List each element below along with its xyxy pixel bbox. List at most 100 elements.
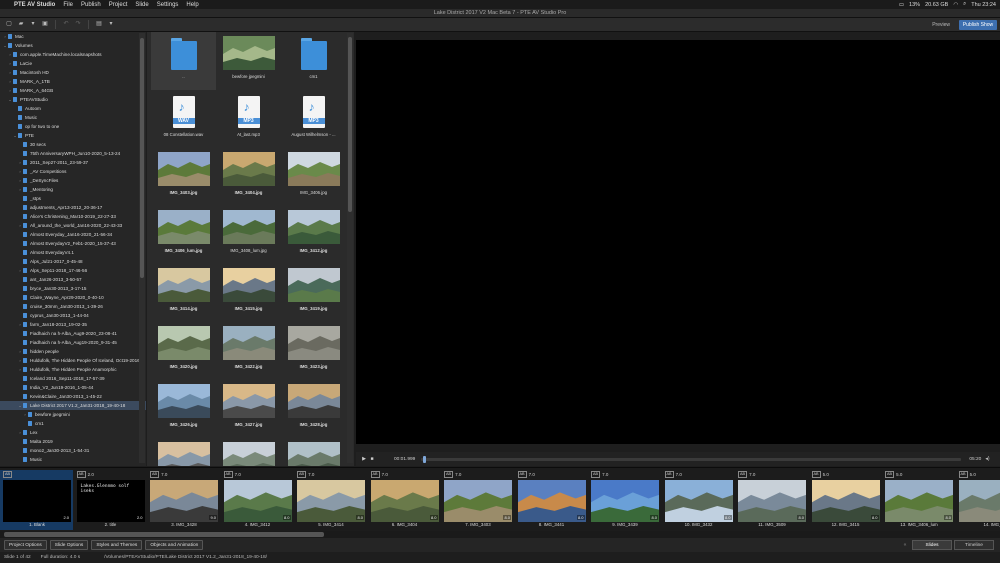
- tree-item[interactable]: ⌄ Lake District 2017 V1.2_Jan31-2018_19-4…: [0, 401, 146, 410]
- tree-item[interactable]: › Mac: [0, 32, 146, 41]
- tree-item[interactable]: mono2_Jan30-2013_1-54-31: [0, 446, 146, 455]
- files-scrollbar[interactable]: [347, 33, 353, 463]
- tree-item[interactable]: ⌄ Volumes: [0, 41, 146, 50]
- tree-item[interactable]: op for two to one: [0, 122, 146, 131]
- ab-badge[interactable]: AB: [223, 470, 233, 478]
- tree-item[interactable]: › MARK_A_1TB: [0, 77, 146, 86]
- tree-item[interactable]: › com.apple.TimeMachine.localsnapshots: [0, 50, 146, 59]
- menu-publish[interactable]: Publish: [77, 2, 105, 8]
- preview-screen[interactable]: [356, 40, 1000, 444]
- slide-thumb[interactable]: AB 2.0 1. Blank: [0, 470, 73, 530]
- tree-item[interactable]: cruise_30mm_Jan30-2013_1-39-26: [0, 302, 146, 311]
- tree-item[interactable]: › LaCie: [0, 59, 146, 68]
- tree-item[interactable]: Iceland 2016_Sep11-2018_17-57-39: [0, 374, 146, 383]
- tree-item[interactable]: Fiadhaich na h-Alba_Aug9-2020_23-08-41: [0, 329, 146, 338]
- tree-item[interactable]: › MARK_A_64GB: [0, 86, 146, 95]
- tree-item[interactable]: ⌄ PTE: [0, 131, 146, 140]
- tree-item[interactable]: 30 secs: [0, 140, 146, 149]
- file-item[interactable]: IMG_3404.jpg: [216, 148, 281, 206]
- ab-badge[interactable]: AB: [517, 470, 527, 478]
- ab-badge[interactable]: AB: [738, 470, 748, 478]
- clock[interactable]: Thu 23:24: [971, 2, 996, 8]
- slide-thumb[interactable]: AB 7.0 8.0 10. IMG_3432: [662, 470, 735, 530]
- preview-button[interactable]: Preview: [928, 20, 954, 30]
- tree-item[interactable]: Malta 2019: [0, 437, 146, 446]
- ab-badge[interactable]: AB: [811, 470, 821, 478]
- tree-item[interactable]: Alice's Christening_Mar10-2019_22-27-33: [0, 212, 146, 221]
- ab-badge[interactable]: AB: [150, 470, 160, 478]
- undo-icon[interactable]: ↶: [61, 20, 71, 29]
- view-mode-icon[interactable]: ▤: [94, 20, 104, 29]
- tree-item[interactable]: › _DeSyncFiles: [0, 176, 146, 185]
- tree-item[interactable]: Almost EverydayV4.1: [0, 248, 146, 257]
- slide-thumb[interactable]: AB 2.0 Lakes.Glennmo solf iseks 2.0 2. title: [74, 470, 147, 530]
- menu-slide[interactable]: Slide: [131, 2, 152, 8]
- slide-thumb[interactable]: AB 5.0 8.0 13. IMG_3406_lum: [882, 470, 955, 530]
- tree-item[interactable]: › bewfore jpegmini: [0, 410, 146, 419]
- slide-thumb[interactable]: AB 7.0 8.0 8. IMG_3441: [515, 470, 588, 530]
- tree-item[interactable]: Almost Everyday_Jan16-2020_21-56-34: [0, 230, 146, 239]
- slide-thumb[interactable]: AB 7.0 8.0 11. IMG_3509: [735, 470, 808, 530]
- tree-item[interactable]: ant_Jan26-2013_3-50-57: [0, 275, 146, 284]
- play-icon[interactable]: ▶: [360, 456, 368, 462]
- volume-icon[interactable]: ◂): [985, 456, 989, 462]
- slide-thumb[interactable]: AB 7.0 8.0 4. IMG_3412: [221, 470, 294, 530]
- file-item[interactable]: bewfore jpegmini: [216, 32, 281, 90]
- tree-item[interactable]: › Huldufolk, The Hidden People Anamorphic: [0, 365, 146, 374]
- tree-item[interactable]: › _AV Competitions: [0, 167, 146, 176]
- tree-item[interactable]: Music: [0, 455, 146, 464]
- slide-thumb[interactable]: AB 7.0 8.0 7. IMG_3403: [441, 470, 514, 530]
- menu-help[interactable]: Help: [182, 2, 202, 8]
- playback-slider[interactable]: [421, 455, 962, 463]
- tree-item[interactable]: ⌄ PTEAVStudio: [0, 95, 146, 104]
- tab-timeline[interactable]: Timeline: [954, 540, 994, 550]
- chevron-down-icon[interactable]: ▾: [106, 20, 116, 29]
- tree-item[interactable]: Alps_Jul21-2017_0-45-48: [0, 257, 146, 266]
- ab-badge[interactable]: AB: [885, 470, 895, 478]
- file-item[interactable]: IMG_3408_lum.jpg: [216, 206, 281, 264]
- file-item[interactable]: IMG_3428.jpg: [281, 380, 346, 438]
- scroll-thumb[interactable]: [348, 37, 352, 212]
- file-item[interactable]: IMG_3415.jpg: [216, 264, 281, 322]
- file-item[interactable]: IMG_3420.jpg: [151, 322, 216, 380]
- file-item[interactable]: IMG_3422.jpg: [216, 322, 281, 380]
- tree-item[interactable]: › hidden people: [0, 347, 146, 356]
- open-folder-icon[interactable]: ▰: [16, 20, 26, 29]
- tree-item[interactable]: Music_V2_Jan30-2013_1-54-31: [0, 464, 146, 466]
- tree-item[interactable]: Claire_Wayne_Apr29-2020_0-40-10: [0, 293, 146, 302]
- tree-item[interactable]: › Lex: [0, 428, 146, 437]
- folder-tree[interactable]: › Mac ⌄ Volumes › com.apple.TimeMachine.local…: [0, 32, 146, 466]
- chevron-down-icon[interactable]: ▾: [28, 20, 38, 29]
- file-item[interactable]: [151, 438, 216, 466]
- styles-themes-button[interactable]: Styles and Themes: [91, 540, 143, 550]
- file-item[interactable]: IMG_3406_lum.jpg: [151, 206, 216, 264]
- new-file-icon[interactable]: ▢: [4, 20, 14, 29]
- search-icon[interactable]: ⌕: [963, 1, 966, 8]
- tree-item[interactable]: cyprus_Jan30-2013_1-44-04: [0, 311, 146, 320]
- slide-thumb[interactable]: AB 7.0 8.0 6. IMG_3404: [368, 470, 441, 530]
- file-item[interactable]: ♪ WAV 08 Constellation.wav: [151, 90, 216, 148]
- tree-item[interactable]: _stps: [0, 194, 146, 203]
- slides-scrollbar[interactable]: [0, 531, 1000, 538]
- slide-thumb[interactable]: AB 7.0 8.0 9. IMG_3439: [588, 470, 661, 530]
- slide-thumb[interactable]: AB 5.0 8.0 12. IMG_3415: [809, 470, 882, 530]
- publish-show-button[interactable]: Publish Show: [959, 20, 997, 30]
- wifi-icon[interactable]: ◠: [953, 2, 958, 8]
- slide-thumb[interactable]: AB 7.0 8.0 5. IMG_3414: [294, 470, 367, 530]
- tree-item[interactable]: 75th AnniversaryWPH_Jun10-2020_5-13-24: [0, 149, 146, 158]
- file-item[interactable]: IMG_3412.jpg: [281, 206, 346, 264]
- menu-project[interactable]: Project: [105, 2, 132, 8]
- slide-options-button[interactable]: Slide Options: [49, 540, 89, 550]
- tab-slides[interactable]: Slides: [912, 540, 952, 550]
- file-item[interactable]: IMG_3403.jpg: [151, 148, 216, 206]
- file-item[interactable]: IMG_3423.jpg: [281, 322, 346, 380]
- ab-badge[interactable]: AB: [444, 470, 454, 478]
- file-item[interactable]: IMG_3419.jpg: [281, 264, 346, 322]
- stop-icon[interactable]: ■: [368, 456, 376, 462]
- slide-thumb[interactable]: AB 7.0 9.0 3. IMG_3428: [147, 470, 220, 530]
- ab-badge[interactable]: AB: [76, 470, 86, 478]
- tree-scrollbar[interactable]: [139, 33, 145, 463]
- file-item[interactable]: IMG_3427.jpg: [216, 380, 281, 438]
- slide-thumb[interactable]: AB 5.0 14. IMG_: [956, 470, 1000, 530]
- file-item[interactable]: ♪ MP3 August Wilhelmson - ...: [281, 90, 346, 148]
